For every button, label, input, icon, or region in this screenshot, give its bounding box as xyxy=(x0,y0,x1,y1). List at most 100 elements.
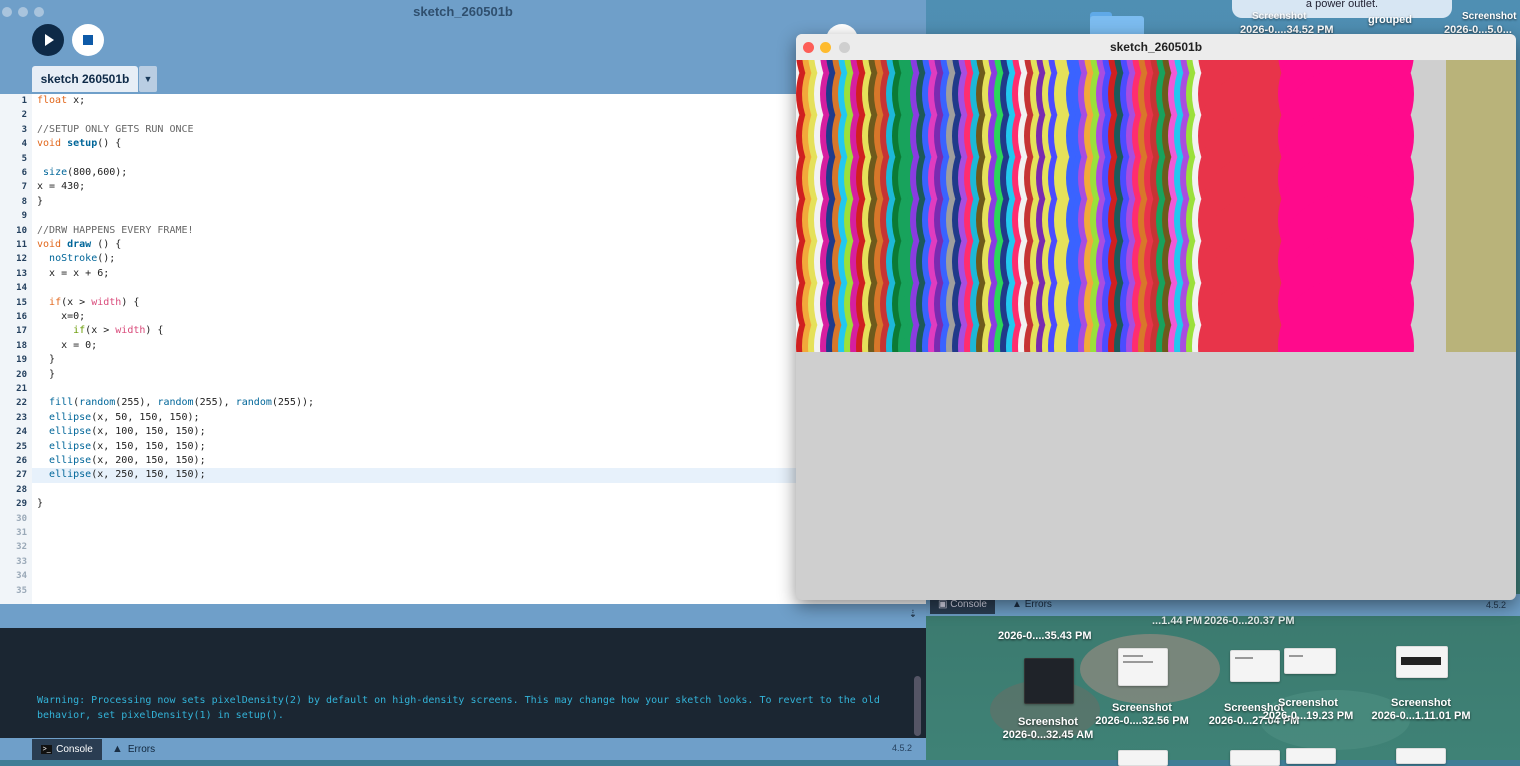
triangle-down-icon: ▼ xyxy=(143,74,153,84)
ellipse-trail-drawing xyxy=(796,60,1516,352)
screenshot-thumbnail[interactable] xyxy=(1396,748,1446,764)
tab-sketch[interactable]: sketch 260501b xyxy=(32,66,138,92)
line-number: 5 xyxy=(21,153,27,164)
line-number: 16 xyxy=(16,312,27,322)
line-number: 4 xyxy=(21,139,27,150)
code-line: size(800,600); xyxy=(43,167,128,178)
console-output: Warning: Processing now sets pixelDensit… xyxy=(37,695,880,721)
code-line: x = 430; xyxy=(37,181,86,193)
code-line: } xyxy=(37,368,56,380)
line-number: 6 xyxy=(21,168,27,178)
line-number: 11 xyxy=(16,240,27,250)
line-number: 7 xyxy=(21,182,27,193)
desktop-icon-screenshot[interactable]: Screenshot 2026-0...1.11.01 PM xyxy=(1368,697,1474,723)
code-line: x = x + 6; xyxy=(37,267,110,279)
code-line: //DRW HAPPENS EVERY FRAME! xyxy=(37,224,194,236)
code-line: void setup() { xyxy=(37,138,122,150)
terminal-icon: >_ xyxy=(41,744,53,754)
editor-console-splitter[interactable]: ⇣ xyxy=(0,604,926,628)
background-swatch-mark xyxy=(1446,60,1516,352)
stop-button[interactable] xyxy=(72,24,104,56)
desktop-icon-screenshot[interactable]: Screenshot 2026-0...19.23 PM xyxy=(1256,697,1360,723)
line-number: 30 xyxy=(16,513,27,524)
line-number: 29 xyxy=(16,499,27,510)
line-number: 35 xyxy=(16,585,27,596)
line-number: 28 xyxy=(16,484,27,495)
line-number: 13 xyxy=(16,268,27,279)
sketch-window-title: sketch_260501b xyxy=(796,34,1516,61)
minimize-window-button[interactable] xyxy=(820,42,831,53)
code-line: x = 0; xyxy=(37,339,98,351)
line-number: 22 xyxy=(16,398,27,409)
splitter-arrow-icon: ⇣ xyxy=(908,609,918,620)
notification-text: a power outlet. xyxy=(1305,0,1379,10)
line-number-gutter: 1 2 3 4 5 6 7 8 9 10 11 12 13 14 15 16 17 18 19 20 21 22 23 24 2… xyxy=(0,94,32,604)
line-number: 15 xyxy=(16,297,27,308)
code-line: x=0; xyxy=(37,311,86,322)
code-line: if(x > width) { xyxy=(73,325,164,337)
line-number: 33 xyxy=(16,556,27,567)
line-number: 19 xyxy=(16,355,27,366)
desktop-icon-label: ...1.44 PM xyxy=(1152,615,1203,627)
errors-tab[interactable]: ▲ Errors xyxy=(112,739,155,760)
screenshot-thumbnail[interactable] xyxy=(1024,658,1074,704)
code-line: ellipse(x, 200, 150, 150); xyxy=(49,455,206,466)
desktop-icon-label: 2026-0...20.37 PM xyxy=(1204,615,1295,627)
line-number: 34 xyxy=(16,571,27,582)
desktop-top-label: grouped xyxy=(1368,14,1412,26)
screenshot-thumbnail[interactable] xyxy=(1118,750,1168,766)
desktop-icon-label: 2026-0....35.43 PM xyxy=(998,630,1092,642)
code-line: float x; xyxy=(37,95,86,106)
line-number: 17 xyxy=(16,326,27,337)
run-button[interactable] xyxy=(32,24,64,56)
code-line: //SETUP ONLY GETS RUN ONCE xyxy=(37,123,194,135)
screenshot-thumbnail[interactable] xyxy=(1118,648,1168,686)
line-number: 14 xyxy=(16,283,27,294)
console-tab[interactable]: >_ Console xyxy=(32,739,102,760)
line-number: 8 xyxy=(21,196,27,207)
screenshot-thumbnail[interactable] xyxy=(1396,646,1448,678)
line-number: 18 xyxy=(16,340,27,351)
line-number: 9 xyxy=(21,211,27,222)
play-icon xyxy=(45,34,54,46)
code-line: void draw () { xyxy=(37,239,122,250)
ide-window-title: sketch_260501b xyxy=(413,4,513,19)
processing-ide-window: sketch_260501b sketch 260501b ▼ 12345678… xyxy=(0,0,926,760)
line-number: 2 xyxy=(21,110,27,121)
code-line: } xyxy=(37,195,44,207)
warning-icon: ▲ xyxy=(112,743,123,755)
desktop-icon-screenshot[interactable]: Screenshot 2026-0...32.45 AM xyxy=(998,716,1098,742)
line-number: 20 xyxy=(16,369,27,380)
screenshot-thumbnail[interactable] xyxy=(1286,748,1336,764)
code-line: fill(random(255), random(255), random(25… xyxy=(49,397,315,409)
code-line: ellipse(x, 250, 150, 150); xyxy=(49,469,206,481)
line-number: 32 xyxy=(16,542,27,553)
line-number: 24 xyxy=(16,427,27,438)
line-number: 31 xyxy=(16,528,27,538)
screenshot-thumbnail[interactable] xyxy=(1230,750,1280,766)
code-line: ellipse(x, 150, 150, 150); xyxy=(49,440,206,452)
screenshot-thumbnail[interactable] xyxy=(1284,648,1336,674)
console-scrollbar[interactable] xyxy=(914,676,921,736)
code-editor[interactable]: 1 2 3 4 5 6 7 8 9 10 11 12 13 14 15 16 17 18 19 20 21 22 23 24 2… xyxy=(0,94,926,604)
code-line: } xyxy=(37,498,44,510)
line-number: 21 xyxy=(16,384,27,394)
desktop-top-label: Screenshot xyxy=(1462,11,1517,22)
close-window-button[interactable] xyxy=(803,42,814,53)
desktop-icon-screenshot[interactable]: Screenshot 2026-0....32.56 PM xyxy=(1090,702,1194,728)
line-number: 1 xyxy=(21,96,27,106)
code-line: if(x > width) { xyxy=(49,296,140,308)
zoom-window-button[interactable] xyxy=(839,42,850,53)
tab-menu-button[interactable]: ▼ xyxy=(139,66,157,92)
code-line: ellipse(x, 100, 150, 150); xyxy=(49,426,206,438)
screenshot-thumbnail[interactable] xyxy=(1230,650,1280,682)
desktop-version: 4.5.2 xyxy=(1486,600,1507,610)
stop-icon xyxy=(83,35,93,45)
line-number: 26 xyxy=(16,456,27,466)
desktop-top-label: Screenshot xyxy=(1252,11,1307,22)
terminal-icon: ▣ xyxy=(938,599,948,610)
line-number: 23 xyxy=(16,412,27,423)
version-label: 4.5.2 xyxy=(892,743,913,753)
sketch-output-window[interactable]: sketch_260501b xyxy=(796,34,1516,600)
sketch-canvas[interactable] xyxy=(796,60,1516,352)
